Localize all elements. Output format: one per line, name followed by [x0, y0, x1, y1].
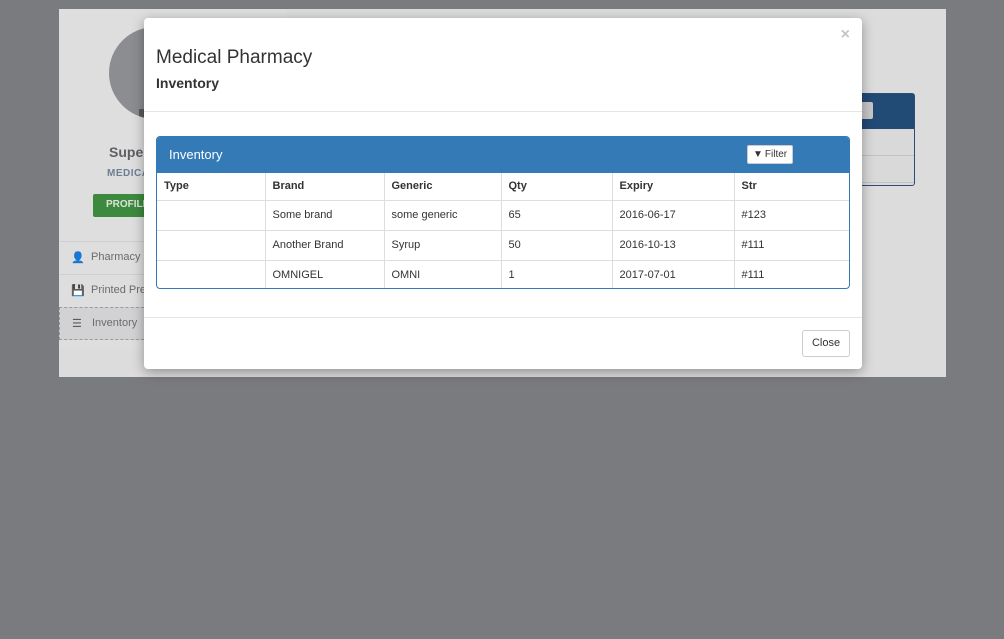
cell-generic: Syrup	[384, 229, 502, 260]
column-header-type[interactable]: Type	[157, 173, 266, 201]
filter-label: Filter	[764, 149, 788, 160]
cell-qty: 1	[501, 259, 613, 288]
table-row[interactable]: OMNIGEL OMNI 1 2017-07-01 #111	[157, 259, 849, 288]
cell-type	[157, 259, 266, 288]
column-header-qty[interactable]: Qty	[501, 173, 613, 201]
cell-expiry: 2017-07-01	[612, 259, 735, 288]
cell-brand: Another Brand	[265, 229, 385, 260]
user-name: Super	[109, 144, 149, 160]
column-header-str[interactable]: Str	[734, 173, 849, 201]
column-header-generic[interactable]: Generic	[384, 173, 502, 201]
save-icon: 💾	[71, 285, 85, 297]
modal-footer: Close	[144, 317, 862, 369]
column-header-expiry[interactable]: Expiry	[612, 173, 735, 201]
table-row[interactable]: Some brand some generic 65 2016-06-17 #1…	[157, 199, 849, 230]
inventory-table: Type Brand Generic Qty Expiry Str Some b…	[157, 173, 849, 288]
close-icon[interactable]: ×	[841, 26, 850, 44]
cell-type	[157, 229, 266, 260]
sidebar-item-label: Pharmacy	[91, 251, 141, 263]
filter-icon: ▼	[753, 149, 763, 160]
cell-qty: 65	[501, 199, 613, 230]
inventory-panel: Inventory ▼ Filter Type Brand Generic Qty…	[156, 136, 850, 289]
inventory-modal: × Medical Pharmacy Inventory Inventory ▼…	[144, 18, 862, 369]
panel-title: Inventory	[169, 147, 223, 162]
cell-generic: OMNI	[384, 259, 502, 288]
modal-title: Medical Pharmacy	[156, 47, 313, 68]
cell-brand: Some brand	[265, 199, 385, 230]
sidebar-item-label: Inventory	[92, 317, 138, 329]
cell-expiry: 2016-06-17	[612, 199, 735, 230]
cell-generic: some generic	[384, 199, 502, 230]
user-icon: 👤	[71, 252, 85, 264]
sidebar-item-label: Printed Pre	[91, 284, 147, 296]
column-header-brand[interactable]: Brand	[265, 173, 385, 201]
table-header-row: Type Brand Generic Qty Expiry Str	[157, 173, 849, 201]
list-icon: ☰	[72, 318, 82, 330]
cell-str: #123	[734, 199, 849, 230]
panel-heading: Inventory ▼ Filter	[157, 137, 849, 173]
sidebar-item-inventory[interactable]: ☰ Inventory	[59, 307, 149, 340]
table-row[interactable]: Another Brand Syrup 50 2016-10-13 #111	[157, 229, 849, 260]
filter-button[interactable]: ▼ Filter	[747, 145, 794, 164]
cell-qty: 50	[501, 229, 613, 260]
modal-header: × Medical Pharmacy Inventory	[144, 18, 862, 112]
cell-str: #111	[734, 259, 849, 288]
close-button[interactable]: Close	[802, 330, 850, 357]
cell-type	[157, 199, 266, 230]
cell-expiry: 2016-10-13	[612, 229, 735, 260]
modal-subtitle: Inventory	[156, 75, 220, 91]
cell-brand: OMNIGEL	[265, 259, 385, 288]
cell-str: #111	[734, 229, 849, 260]
